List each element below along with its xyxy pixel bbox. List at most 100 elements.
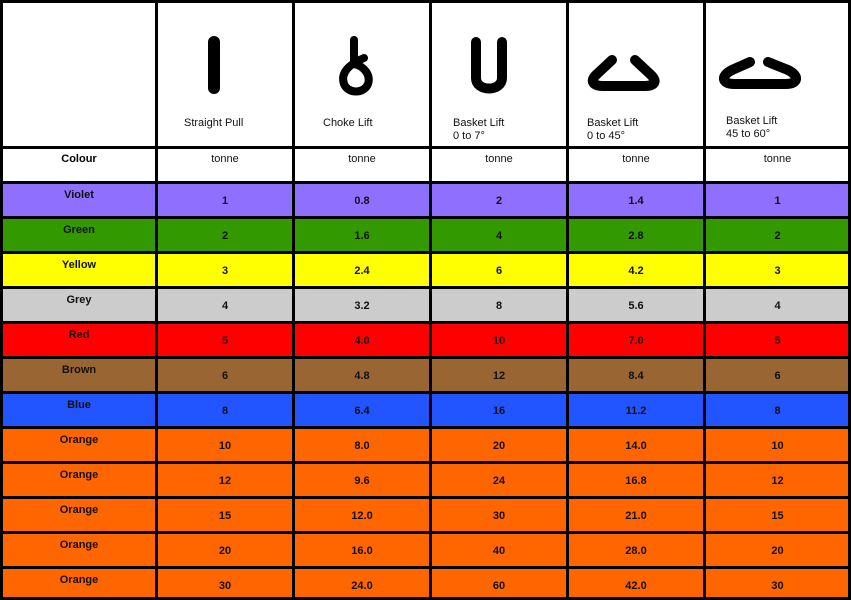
load-value: 7.0 bbox=[628, 335, 644, 347]
load-value: 20 bbox=[771, 545, 784, 557]
choke-lift-icon bbox=[339, 36, 373, 96]
load-value: 30 bbox=[492, 510, 506, 522]
load-value: 42.0 bbox=[625, 580, 647, 592]
unit-label: tonne bbox=[485, 153, 513, 165]
sling-load-table: Straight Pull Choke Lift Basket Lift 0 t… bbox=[0, 0, 851, 600]
header-label-line: Basket Lift bbox=[453, 117, 505, 129]
load-value: 8.0 bbox=[354, 440, 370, 452]
load-value: 8 bbox=[221, 405, 229, 417]
load-value: 10 bbox=[218, 440, 232, 452]
load-value: 3 bbox=[221, 265, 229, 277]
load-value: 1 bbox=[774, 195, 781, 207]
grid-line-vertical bbox=[292, 0, 295, 600]
grid-line-horizontal bbox=[0, 531, 851, 534]
grid-line-horizontal bbox=[0, 146, 851, 149]
unit-label: tonne bbox=[763, 153, 792, 165]
grid-line-horizontal bbox=[0, 181, 851, 184]
load-value: 3 bbox=[774, 265, 781, 277]
load-value: 20 bbox=[218, 545, 232, 557]
colour-name: Green bbox=[63, 224, 95, 236]
grid-line-vertical bbox=[0, 0, 3, 600]
load-value: 10 bbox=[492, 335, 506, 347]
unit-label: tonne bbox=[348, 153, 376, 165]
load-value: 12.0 bbox=[351, 510, 373, 522]
grid-line-horizontal bbox=[0, 0, 851, 3]
load-value: 6 bbox=[221, 370, 229, 382]
load-value: 4.0 bbox=[354, 335, 370, 347]
header-label-line: Basket Lift bbox=[726, 115, 778, 127]
grid-line-horizontal bbox=[0, 426, 851, 429]
grid-line-vertical bbox=[155, 0, 158, 600]
basket-lift-vertical-icon bbox=[471, 37, 507, 94]
load-value: 10 bbox=[771, 440, 784, 452]
header-label-basket-lift-45-60: Basket Lift 45 to 60° bbox=[726, 115, 777, 141]
load-value: 4.8 bbox=[354, 370, 370, 382]
header-label-straight-pull: Straight Pull bbox=[184, 117, 243, 130]
load-value: 15 bbox=[771, 510, 784, 522]
load-value: 2.4 bbox=[354, 265, 370, 277]
grid-line-vertical bbox=[566, 0, 569, 600]
colour-name: Orange bbox=[59, 504, 99, 516]
header-label-line: Choke Lift bbox=[323, 117, 373, 129]
load-value: 4.2 bbox=[628, 265, 644, 277]
load-value: 5 bbox=[774, 335, 781, 347]
grid-line-horizontal bbox=[0, 391, 851, 394]
load-value: 6 bbox=[774, 370, 781, 382]
grid-line-horizontal bbox=[0, 356, 851, 359]
load-value: 9.6 bbox=[354, 475, 370, 487]
load-value: 16 bbox=[492, 405, 506, 417]
basket-lift-45-icon bbox=[587, 55, 660, 91]
colour-name: Brown bbox=[61, 364, 97, 376]
load-value: 4 bbox=[221, 300, 229, 312]
load-value: 8.4 bbox=[628, 370, 644, 382]
load-value: 4 bbox=[495, 230, 503, 242]
grid-line-horizontal bbox=[0, 321, 851, 324]
load-value: 2 bbox=[774, 230, 781, 242]
load-value: 28.0 bbox=[625, 545, 647, 557]
colour-name: Yellow bbox=[61, 259, 97, 271]
load-value: 1.6 bbox=[354, 230, 370, 242]
grid-line-horizontal bbox=[0, 496, 851, 499]
load-value: 11.2 bbox=[625, 405, 647, 417]
unit-label: tonne bbox=[622, 153, 650, 165]
grid-line-horizontal bbox=[0, 286, 851, 289]
load-value: 30 bbox=[771, 580, 784, 592]
header-label-basket-lift-0-7: Basket Lift 0 to 7° bbox=[453, 117, 504, 143]
grid-line-horizontal bbox=[0, 251, 851, 254]
load-value: 24.0 bbox=[351, 580, 373, 592]
load-value: 8 bbox=[495, 300, 503, 312]
load-value: 30 bbox=[218, 580, 232, 592]
grid-line-vertical bbox=[429, 0, 432, 600]
colour-name: Orange bbox=[59, 574, 99, 586]
load-value: 12 bbox=[492, 370, 506, 382]
load-value: 4 bbox=[774, 300, 781, 312]
colour-name: Orange bbox=[59, 469, 99, 481]
grid-line-horizontal bbox=[0, 461, 851, 464]
load-value: 15 bbox=[218, 510, 232, 522]
load-value: 12 bbox=[771, 475, 784, 487]
load-value: 60 bbox=[492, 580, 506, 592]
load-value: 1 bbox=[221, 195, 229, 207]
header-label-line: Straight Pull bbox=[184, 117, 244, 129]
header-label-choke-lift: Choke Lift bbox=[323, 117, 373, 130]
load-value: 0.8 bbox=[354, 195, 370, 207]
header-label-line: 45 to 60° bbox=[726, 128, 771, 140]
load-value: 20 bbox=[492, 440, 506, 452]
grid-line-horizontal bbox=[0, 216, 851, 219]
load-value: 12 bbox=[218, 475, 232, 487]
colour-name: Violet bbox=[64, 189, 94, 201]
load-value: 14.0 bbox=[625, 440, 647, 452]
colour-name: Red bbox=[68, 329, 90, 341]
straight-pull-icon bbox=[208, 36, 220, 94]
load-value: 2 bbox=[495, 195, 503, 207]
load-value: 5.6 bbox=[628, 300, 644, 312]
basket-lift-60-icon bbox=[719, 57, 801, 89]
grid-line-vertical bbox=[703, 0, 706, 600]
load-value: 16.0 bbox=[351, 545, 373, 557]
load-value: 5 bbox=[221, 335, 229, 347]
grid-line-horizontal bbox=[0, 566, 851, 569]
load-value: 2 bbox=[221, 230, 229, 242]
colour-name: Grey bbox=[66, 294, 92, 306]
header-label-line: 0 to 45° bbox=[587, 130, 626, 142]
load-value: 16.8 bbox=[625, 475, 647, 487]
